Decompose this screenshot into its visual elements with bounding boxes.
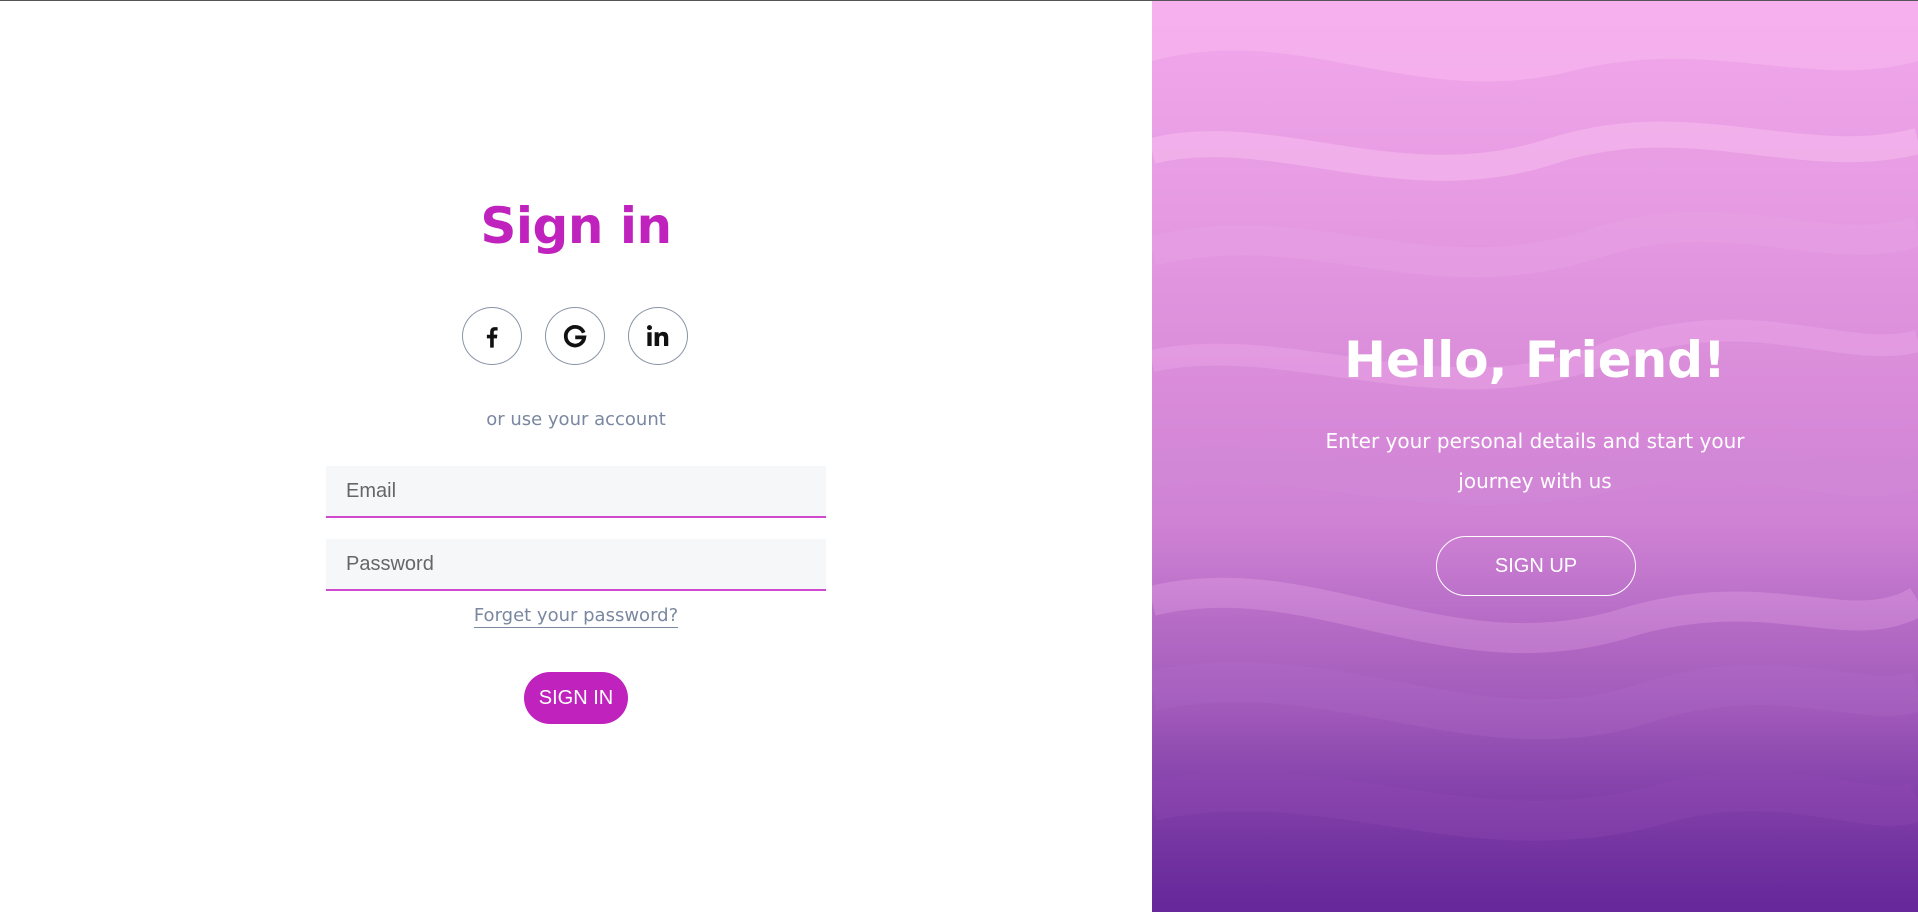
google-icon	[561, 322, 589, 350]
google-button[interactable]	[545, 307, 605, 365]
forgot-password-row: Forget your password?	[0, 605, 1152, 628]
facebook-button[interactable]	[462, 307, 522, 365]
overlay-description: Enter your personal details and start yo…	[1325, 429, 1745, 493]
password-field[interactable]	[326, 539, 826, 591]
linkedin-button[interactable]	[628, 307, 688, 365]
sign-in-title: Sign in	[480, 197, 672, 255]
welcome-overlay-panel: Hello, Friend! Enter your personal detai…	[1152, 1, 1918, 912]
sign-in-panel: Sign in or use your account Forget your …	[0, 1, 1152, 912]
linkedin-icon	[643, 321, 673, 351]
social-login-row	[0, 307, 1152, 367]
overlay-title: Hello, Friend!	[1344, 331, 1726, 389]
facebook-icon	[478, 322, 506, 350]
email-field[interactable]	[326, 466, 826, 518]
sign-in-button[interactable]: SIGN IN	[524, 672, 628, 724]
sign-up-button[interactable]: SIGN UP	[1436, 536, 1636, 596]
alternative-login-text: or use your account	[486, 409, 666, 430]
forgot-password-link[interactable]: Forget your password?	[473, 605, 679, 628]
